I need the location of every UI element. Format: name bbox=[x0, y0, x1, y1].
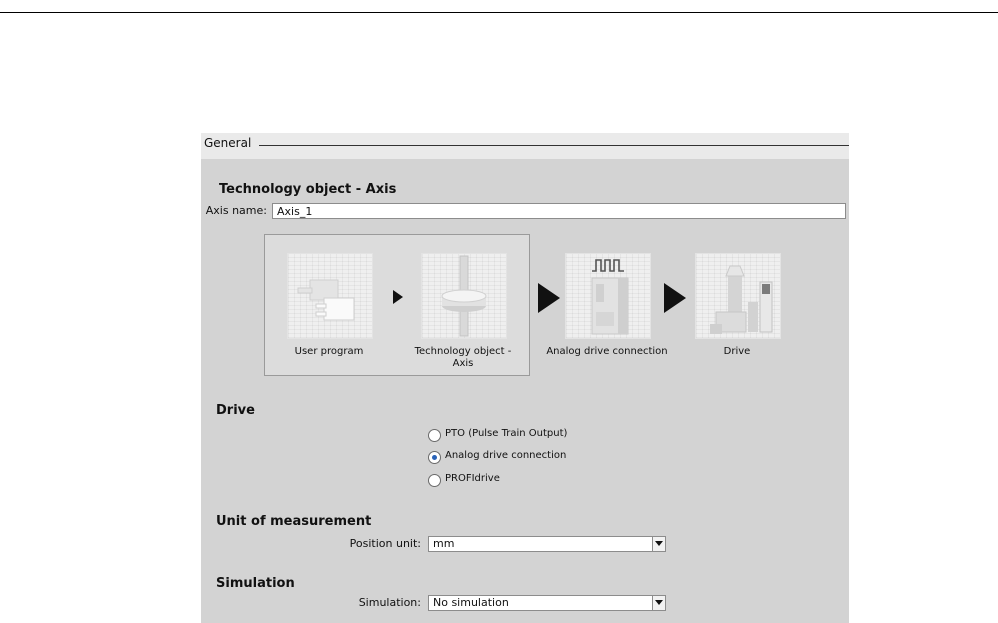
select-value: No simulation bbox=[433, 596, 509, 609]
workflow-step-caption: User program bbox=[294, 346, 364, 357]
drive-heading: Drive bbox=[216, 403, 255, 418]
simulation-label: Simulation: bbox=[358, 596, 421, 609]
tech-object-heading: Technology object - Axis bbox=[219, 182, 397, 197]
chevron-down-icon bbox=[655, 541, 663, 546]
axis-name-input[interactable] bbox=[272, 203, 846, 219]
analog-drive-connection-icon bbox=[565, 253, 651, 339]
position-unit-select[interactable]: mm bbox=[428, 536, 666, 552]
panel-title: General bbox=[204, 136, 252, 150]
dropdown-button[interactable] bbox=[652, 596, 665, 610]
select-value: mm bbox=[433, 537, 455, 550]
workflow-step-caption: Drive bbox=[723, 346, 751, 357]
arrow-right-icon bbox=[393, 290, 403, 304]
radio-circle bbox=[428, 429, 441, 442]
radio-label: PTO (Pulse Train Output) bbox=[445, 428, 568, 439]
unit-heading: Unit of measurement bbox=[216, 514, 372, 529]
radio-circle bbox=[428, 451, 441, 464]
simulation-select[interactable]: No simulation bbox=[428, 595, 666, 611]
top-divider bbox=[0, 12, 998, 13]
radio-label: Analog drive connection bbox=[445, 450, 567, 461]
simulation-heading: Simulation bbox=[216, 576, 295, 591]
chevron-down-icon bbox=[655, 600, 663, 605]
panel-title-divider bbox=[259, 145, 849, 146]
workflow-step-caption: Technology object - Axis bbox=[414, 346, 512, 369]
arrow-right-icon bbox=[538, 283, 560, 313]
user-program-icon bbox=[287, 253, 373, 339]
radio-selected-dot bbox=[432, 455, 437, 460]
radio-circle bbox=[428, 474, 441, 487]
radio-label: PROFIdrive bbox=[445, 473, 500, 484]
workflow-step-caption: Analog drive connection bbox=[546, 346, 668, 357]
dropdown-button[interactable] bbox=[652, 537, 665, 551]
panel-header: General bbox=[201, 133, 849, 159]
axis-name-label: Axis name: bbox=[205, 204, 267, 217]
general-panel: General Technology object - Axis Axis na… bbox=[201, 133, 849, 623]
drive-icon bbox=[695, 253, 781, 339]
arrow-right-icon bbox=[664, 283, 686, 313]
technology-object-axis-icon bbox=[421, 253, 507, 339]
position-unit-label: Position unit: bbox=[349, 537, 421, 550]
